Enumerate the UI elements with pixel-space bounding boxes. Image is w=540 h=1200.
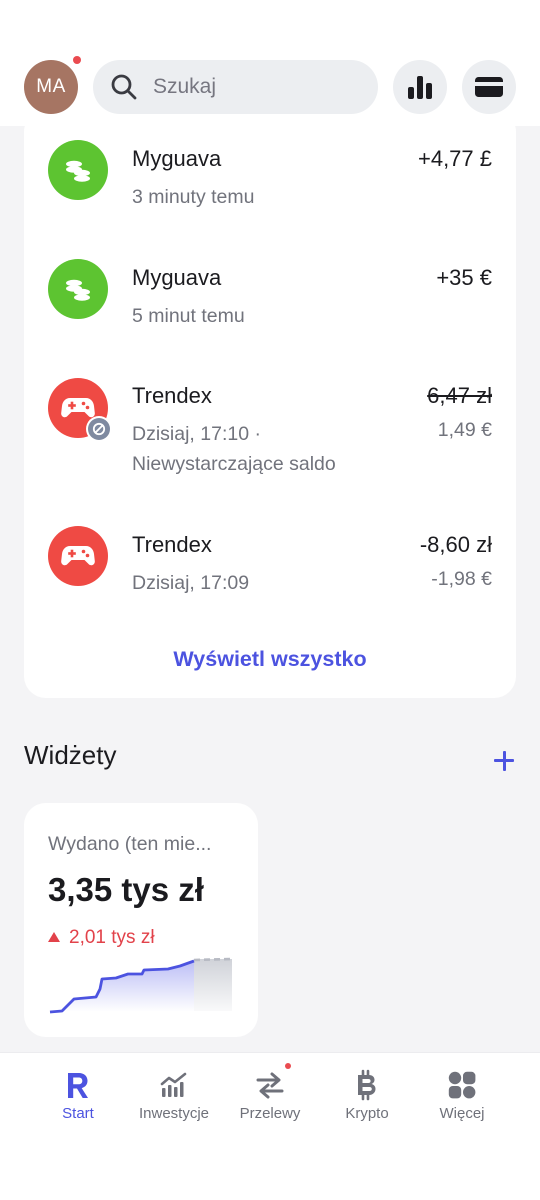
invest-chart-icon — [160, 1072, 187, 1097]
trend-up-icon — [48, 932, 60, 942]
transaction-time: Dzisiaj, 17:09 — [132, 572, 250, 594]
transaction-secondary-amount: 1,49 € — [437, 419, 492, 441]
spent-widget-card[interactable]: Wydano (ten mie... 3,35 tys zł 2,01 tys … — [24, 803, 258, 1037]
search-placeholder: Szukaj — [153, 75, 217, 98]
search-icon — [111, 74, 137, 100]
spending-sparkline — [49, 957, 233, 1014]
merchant-avatar — [48, 140, 108, 200]
transaction-amount: -8,60 zł — [419, 532, 492, 557]
notification-dot — [73, 56, 81, 64]
merchant-name: Myguava — [132, 265, 222, 290]
top-bar: MA Szukaj — [0, 0, 540, 126]
nav-crypto[interactable]: Krypto — [317, 1053, 417, 1143]
nav-transfers[interactable]: Przelewy — [220, 1053, 320, 1143]
merchant-avatar — [48, 526, 108, 586]
transaction-secondary-amount: -1,98 € — [431, 568, 492, 590]
transaction-amount: 6,47 zł — [427, 383, 492, 408]
nav-more[interactable]: Więcej — [412, 1053, 512, 1143]
merchant-name: Myguava — [132, 146, 222, 171]
transaction-time: 5 minut temu — [132, 305, 245, 327]
gamepad-icon — [61, 398, 95, 418]
transactions-card: Myguava 3 minuty temu +4,77 £ Myguava 5 … — [24, 110, 516, 698]
merchant-name: Trendex — [132, 383, 212, 408]
merchant-name: Trendex — [132, 532, 212, 557]
add-widget-icon[interactable] — [492, 748, 516, 772]
nav-investments[interactable]: Inwestycje — [124, 1053, 224, 1143]
notification-dot — [285, 1063, 291, 1069]
nav-start[interactable]: Start — [28, 1053, 128, 1143]
decline-reason: Niewystarczające saldo — [132, 453, 336, 475]
gamepad-icon — [61, 546, 95, 566]
widget-delta: 2,01 tys zł — [48, 927, 155, 949]
transaction-time: Dzisiaj, 17:10 · — [132, 423, 261, 445]
coins-icon — [66, 160, 90, 182]
nav-label: Więcej — [439, 1105, 485, 1122]
transaction-time: 3 minuty temu — [132, 186, 255, 208]
declined-badge — [86, 416, 112, 442]
avatar[interactable]: MA — [24, 60, 78, 114]
analytics-button[interactable] — [393, 60, 447, 114]
bitcoin-icon — [358, 1069, 376, 1101]
nav-label: Przelewy — [239, 1105, 301, 1122]
cards-button[interactable] — [462, 60, 516, 114]
coins-icon — [66, 279, 90, 301]
avatar-initials: MA — [36, 76, 66, 97]
blocked-icon — [92, 422, 106, 436]
revolut-r-icon — [68, 1073, 88, 1098]
search-input[interactable]: Szukaj — [93, 60, 378, 114]
more-grid-icon — [448, 1071, 476, 1099]
transfer-arrows-icon — [256, 1072, 284, 1099]
nav-label: Krypto — [345, 1105, 389, 1122]
view-all-link[interactable]: Wyświetl wszystko — [24, 647, 516, 672]
transaction-amount: +35 € — [436, 265, 492, 290]
widgets-heading: Widżety — [24, 740, 117, 770]
widget-value: 3,35 tys zł — [48, 871, 204, 908]
transaction-amount: +4,77 £ — [417, 146, 492, 171]
analytics-bars-icon — [408, 76, 432, 99]
merchant-avatar — [48, 259, 108, 319]
nav-label: Start — [62, 1105, 94, 1122]
bottom-navigation: Start Inwestycje Przelewy Krypto Więcej — [0, 1052, 540, 1200]
card-icon — [475, 77, 503, 97]
nav-label: Inwestycje — [138, 1105, 210, 1122]
widget-title: Wydano (ten mie... — [48, 833, 212, 855]
widget-delta-value: 2,01 tys zł — [69, 927, 155, 948]
